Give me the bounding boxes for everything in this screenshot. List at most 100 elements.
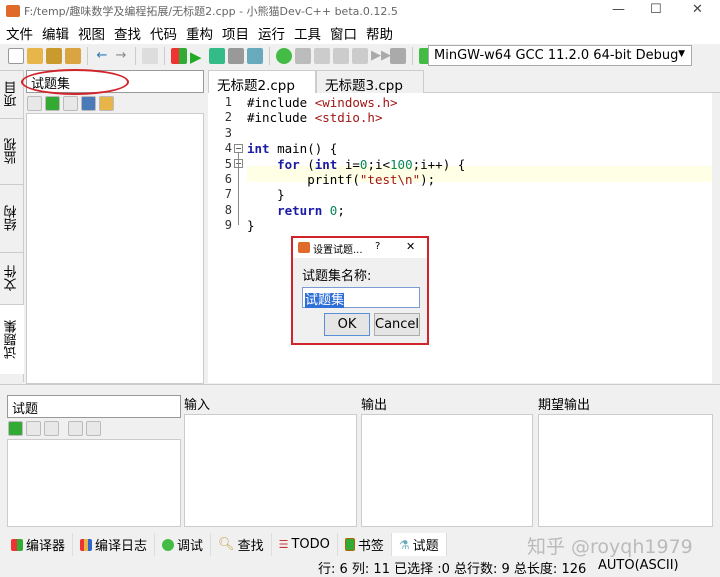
menu-project[interactable]: 项目 — [222, 23, 249, 43]
tab-problem[interactable]: ⚗ 试题 — [391, 533, 447, 556]
line-number: 2 — [224, 110, 232, 124]
tab-compiler[interactable]: 编译器 — [4, 533, 74, 556]
code-line: } — [247, 187, 285, 202]
menu-code[interactable]: 代码 — [150, 23, 177, 43]
side-tab-watch[interactable]: 监视 — [0, 118, 24, 184]
new-file-icon[interactable] — [8, 48, 24, 64]
save-icon[interactable] — [46, 48, 62, 64]
step-out-icon[interactable] — [352, 48, 368, 64]
app-logo-icon — [6, 5, 20, 17]
settings-icon[interactable] — [86, 421, 101, 436]
code-line: #include <stdio.h> — [247, 110, 383, 125]
close-button[interactable]: ✕ — [692, 2, 703, 17]
tab-debug[interactable]: 调试 — [155, 533, 212, 556]
app-logo-icon — [298, 242, 310, 253]
tab-label: 无标题2.cpp — [217, 78, 295, 94]
input-box[interactable] — [184, 414, 357, 527]
open-icon[interactable] — [99, 96, 114, 111]
cancel-button[interactable]: Cancel — [374, 313, 420, 336]
menu-edit[interactable]: 编辑 — [42, 23, 69, 43]
title-bar: F:/temp/趣味数学及编程拓展/无标题2.cpp - 小熊猫Dev-C++ … — [0, 0, 720, 22]
ok-button[interactable]: OK — [324, 313, 370, 336]
format-icon[interactable] — [142, 48, 158, 64]
tab-search[interactable]: 🔍︎ 查找 — [211, 533, 272, 556]
run-icon[interactable]: ▶ — [190, 48, 206, 66]
side-tab-structure[interactable]: 结构 — [0, 184, 24, 252]
code-editor[interactable]: 1 2 3 4 5 6 7 8 9 − − #include <windows.… — [208, 93, 712, 383]
tab-label: 无标题3.cpp — [325, 78, 403, 94]
code-line: for (int i=0;i<100;i++) { — [277, 157, 466, 172]
tab-label: 试题 — [412, 539, 439, 554]
menu-file[interactable]: 文件 — [6, 23, 33, 43]
fold-icon[interactable]: − — [234, 144, 243, 153]
dialog-close-button[interactable]: ✕ — [406, 240, 415, 253]
menu-tools[interactable]: 工具 — [294, 23, 321, 43]
dialog-title: 设置试题... — [313, 245, 363, 256]
import-icon[interactable] — [27, 96, 42, 111]
add-icon[interactable] — [8, 421, 23, 436]
editor-tabs: 无标题2.cpp ✕ 无标题3.cpp ✕ — [208, 70, 720, 109]
menu-view[interactable]: 视图 — [78, 23, 105, 43]
help-button[interactable]: ? — [375, 241, 380, 252]
menu-refactor[interactable]: 重构 — [186, 23, 213, 43]
menu-run[interactable]: 运行 — [258, 23, 285, 43]
menu-help[interactable]: 帮助 — [366, 23, 393, 43]
compiler-select[interactable]: MinGW-w64 GCC 11.2.0 64-bit Debug ▼ — [428, 45, 692, 66]
maximize-button[interactable]: ☐ — [650, 2, 662, 17]
window-title: F:/temp/趣味数学及编程拓展/无标题2.cpp - 小熊猫Dev-C++ … — [24, 5, 398, 18]
edit-icon[interactable] — [44, 421, 59, 436]
menu-search[interactable]: 查找 — [114, 23, 141, 43]
test-case-list[interactable] — [7, 439, 181, 527]
tab-label: TODO — [291, 537, 330, 552]
problem-name-field[interactable]: 试题 — [7, 395, 181, 418]
line-number: 6 — [224, 172, 232, 186]
line-number: 8 — [224, 203, 232, 217]
expected-output-box[interactable] — [538, 414, 713, 527]
selected-text: 试题集 — [305, 293, 345, 308]
problemset-name-input[interactable]: 试题集 — [302, 287, 420, 308]
debug-icon[interactable] — [276, 48, 292, 64]
highlight-ellipse — [21, 69, 129, 95]
minimize-button[interactable]: — — [612, 2, 625, 17]
remove-icon[interactable] — [26, 421, 41, 436]
side-tab-problemset[interactable]: 试题集 — [0, 304, 24, 374]
compile-icon[interactable] — [171, 48, 187, 64]
tab-untitled2[interactable]: 无标题2.cpp ✕ — [208, 70, 316, 109]
compile-run-icon[interactable] — [209, 48, 225, 64]
back-icon[interactable]: ← — [94, 48, 110, 64]
forward-icon[interactable]: → — [113, 48, 129, 64]
side-tab-files[interactable]: 文件 — [0, 252, 24, 304]
vertical-scrollbar[interactable] — [712, 93, 720, 383]
line-number: 4 — [224, 141, 232, 155]
search-icon: 🔍︎ — [218, 537, 235, 552]
tab-untitled3[interactable]: 无标题3.cpp ✕ — [316, 70, 424, 109]
test-run-icon[interactable] — [247, 48, 263, 64]
output-box[interactable] — [361, 414, 533, 527]
menu-window[interactable]: 窗口 — [330, 23, 357, 43]
save-all-icon[interactable] — [65, 48, 81, 64]
bookmark-icon — [344, 538, 355, 551]
problemset-panel: 试题集 — [21, 69, 206, 384]
open-icon[interactable] — [27, 48, 43, 64]
tab-compile-log[interactable]: 编译日志 — [73, 533, 156, 556]
code-line: } — [247, 218, 255, 233]
problem-list[interactable] — [26, 113, 204, 384]
tab-todo[interactable]: ☰ TODO — [272, 533, 338, 556]
pause-icon[interactable] — [295, 48, 311, 64]
continue-icon[interactable]: ▶▶ — [371, 48, 391, 64]
step-into-icon[interactable] — [333, 48, 349, 64]
cursor-position: 行: 6 列: 11 已选择 :0 总行数: 9 总长度: 126 — [318, 562, 587, 577]
add-icon[interactable] — [45, 96, 60, 111]
tab-bookmarks[interactable]: 书签 — [338, 533, 392, 556]
stop-icon[interactable] — [390, 48, 406, 64]
problem-toolbar — [8, 421, 104, 436]
flask-icon: ⚗ — [398, 537, 410, 552]
code-line: return 0; — [277, 203, 345, 218]
save-icon[interactable] — [81, 96, 96, 111]
encoding[interactable]: AUTO(ASCII) — [598, 558, 679, 573]
side-tab-project[interactable]: 项目 — [0, 70, 24, 118]
run-tests-icon[interactable] — [68, 421, 83, 436]
rebuild-icon[interactable] — [228, 48, 244, 64]
remove-icon[interactable] — [63, 96, 78, 111]
step-over-icon[interactable] — [314, 48, 330, 64]
